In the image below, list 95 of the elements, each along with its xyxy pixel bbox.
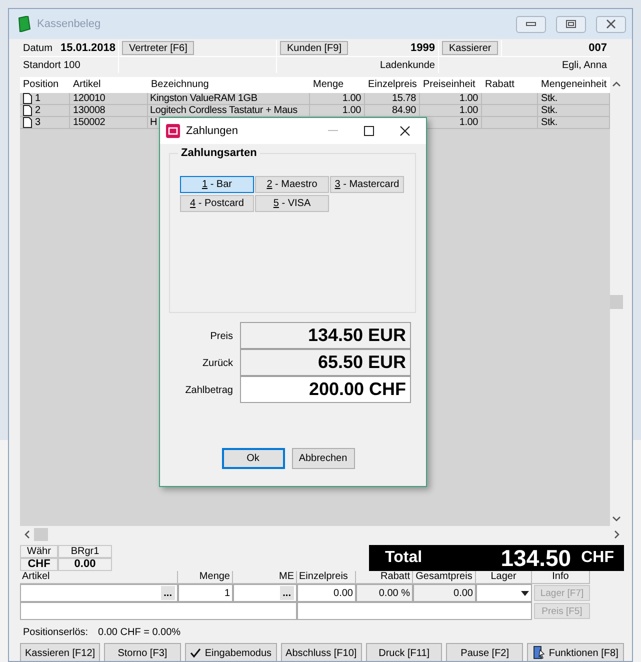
scroll-right-icon[interactable] <box>614 530 620 539</box>
payment-method-button[interactable]: 1 - Bar <box>180 176 254 193</box>
column-header: Info <box>532 571 590 584</box>
maximize-button[interactable] <box>556 16 586 32</box>
minimize-icon <box>526 22 536 26</box>
scrollbar-thumb[interactable] <box>34 528 48 541</box>
unit-field[interactable]: ... <box>233 584 297 602</box>
revenue-label: Positionserlös: <box>23 627 88 639</box>
app-icon <box>166 124 180 138</box>
revenue-value: 0.00 CHF = 0.00% <box>98 627 181 639</box>
cashier-number: 007 <box>588 42 607 54</box>
column-header: Währ <box>20 545 58 558</box>
article-field[interactable]: ... <box>20 584 178 602</box>
action-button[interactable]: Storno [F3] <box>104 643 181 661</box>
kunden-button[interactable]: Kunden [F9] <box>280 41 348 55</box>
customer-number: 1999 <box>410 42 435 54</box>
browse-button[interactable]: ... <box>280 586 294 600</box>
scroll-left-icon[interactable] <box>24 530 30 539</box>
quantity-field[interactable]: 1 <box>178 584 233 602</box>
payment-method-button[interactable]: 3 - Mastercard <box>330 176 404 193</box>
action-button[interactable]: Eingabemodus <box>184 643 277 661</box>
table-cell: Stk. <box>538 93 610 105</box>
table-cell <box>482 117 538 129</box>
action-button[interactable]: Abschluss [F10] <box>280 643 362 661</box>
action-button[interactable]: Funktionen [F8] <box>527 643 624 661</box>
customer-name: Ladenkunde <box>380 60 435 70</box>
column-header[interactable]: Mengeneinheit <box>538 77 610 93</box>
table-cell <box>482 93 538 105</box>
column-header[interactable]: Position <box>20 77 70 93</box>
total-price-field[interactable]: 0.00 <box>413 584 476 602</box>
table-cell <box>482 105 538 117</box>
text-field[interactable] <box>20 602 297 620</box>
column-header: BRgr1 <box>58 545 112 558</box>
table-cell: 130008 <box>70 105 148 117</box>
scrollbar-thumb[interactable] <box>610 294 624 308</box>
table-cell: 150002 <box>70 117 148 129</box>
table-cell: Stk. <box>538 105 610 117</box>
scroll-down-icon[interactable] <box>612 516 622 522</box>
unit-price-field[interactable]: 0.00 <box>297 584 356 602</box>
amount-display: 134.50 EUR <box>240 322 411 349</box>
table-cell: Stk. <box>538 117 610 129</box>
amount-label: Preis <box>209 330 233 344</box>
row-number: 3 <box>35 117 40 128</box>
app-icon <box>17 16 31 32</box>
cashier-name: Egli, Anna <box>562 60 607 70</box>
table-cell: Kingston ValueRAM 1GB <box>148 93 310 105</box>
close-icon[interactable] <box>400 126 410 136</box>
browse-button[interactable]: ... <box>160 586 175 600</box>
total-label: Total <box>385 549 424 567</box>
discount-field[interactable]: 0.00 % <box>356 584 413 602</box>
amount-label: Zahlbetrag <box>184 384 233 398</box>
location-text: Standort 100 <box>23 60 80 70</box>
column-header[interactable]: Einzelpreis <box>365 77 420 93</box>
table-cell: CHF <box>20 558 58 571</box>
table-cell: 120010 <box>70 93 148 105</box>
row-number: 1 <box>35 93 40 104</box>
scroll-up-icon[interactable] <box>612 81 622 87</box>
dialog-button[interactable]: Ok <box>222 448 284 469</box>
amount-label: Zurück <box>201 357 233 371</box>
payment-method-button[interactable]: 5 - VISA <box>255 195 329 212</box>
dropdown-arrow-icon <box>521 590 529 596</box>
column-header[interactable]: Artikel <box>70 77 148 93</box>
action-button[interactable]: Druck [F11] <box>366 643 442 661</box>
row-number: 2 <box>35 105 40 116</box>
action-button[interactable]: Kassieren [F12] <box>20 643 100 661</box>
minimize-button[interactable] <box>516 16 546 32</box>
column-header[interactable]: Menge <box>310 77 365 93</box>
amount-input[interactable]: 200.00 CHF <box>240 376 411 403</box>
table-cell: 1.00 <box>310 93 365 105</box>
table-cell: 1.00 <box>420 105 482 117</box>
payment-method-button[interactable]: 2 - Maestro <box>255 176 329 193</box>
close-button[interactable] <box>596 16 626 32</box>
total-currency: CHF <box>581 549 614 567</box>
date-label: Datum <box>23 42 52 54</box>
amount-display: 65.50 EUR <box>240 349 411 376</box>
table-cell: 0.00 <box>58 558 112 571</box>
window-title: Kassenbeleg <box>37 18 102 30</box>
text-field[interactable] <box>297 602 532 620</box>
table-cell: 15.78 <box>365 93 420 105</box>
maximize-icon <box>566 20 576 28</box>
column-header[interactable]: Preiseinheit <box>420 77 482 93</box>
total-amount: 134.50 <box>500 544 572 572</box>
vertreter-button[interactable]: Vertreter [F6] <box>122 41 194 55</box>
date-value: 15.01.2018 <box>60 42 116 54</box>
kassierer-button[interactable]: Kassierer <box>442 41 498 55</box>
payment-method-button[interactable]: 4 - Postcard <box>180 195 254 212</box>
close-icon <box>606 19 616 29</box>
column-header[interactable]: Bezeichnung <box>148 77 310 93</box>
checkmark-icon <box>190 648 201 658</box>
maximize-icon[interactable] <box>364 126 374 136</box>
dialog-button[interactable]: Abbrechen <box>292 448 354 469</box>
group-title: Zahlungsarten <box>178 147 260 159</box>
table-cell: 1.00 <box>420 93 482 105</box>
action-button[interactable]: Pause [F2] <box>446 643 524 661</box>
column-header[interactable]: Rabatt <box>482 77 538 93</box>
